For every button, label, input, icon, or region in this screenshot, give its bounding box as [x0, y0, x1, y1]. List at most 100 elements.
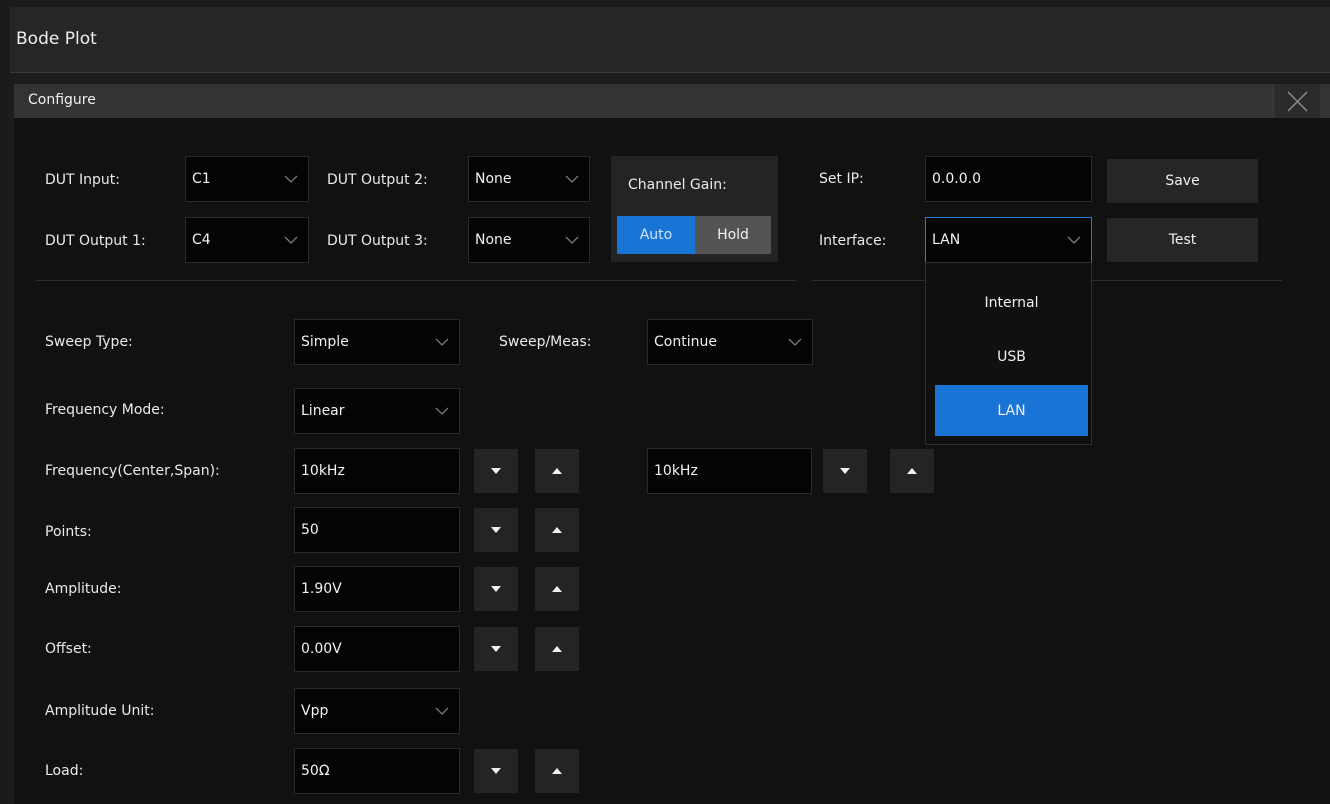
amplitude-unit-select[interactable]: Vpp	[294, 688, 460, 734]
option-label: Internal	[984, 294, 1039, 311]
frequency-mode-value: Linear	[301, 403, 345, 419]
amplitude-value: 1.90V	[301, 581, 342, 597]
chevron-down-icon	[788, 338, 802, 346]
save-label: Save	[1165, 173, 1200, 189]
test-button[interactable]: Test	[1107, 218, 1258, 262]
close-button[interactable]	[1273, 84, 1320, 118]
triangle-down-icon	[491, 768, 501, 774]
amplitude-label: Amplitude:	[45, 581, 122, 597]
test-label: Test	[1168, 232, 1197, 248]
triangle-up-icon	[552, 527, 562, 533]
dut-output3-label: DUT Output 3:	[327, 233, 428, 249]
gain-hold-label: Hold	[717, 227, 749, 243]
triangle-up-icon	[552, 768, 562, 774]
offset-label: Offset:	[45, 641, 92, 657]
triangle-up-icon	[907, 468, 917, 474]
frequency-label: Frequency(Center,Span):	[45, 463, 220, 479]
interface-option-usb[interactable]: USB	[935, 331, 1088, 382]
dut-input-value: C1	[192, 171, 211, 187]
triangle-down-icon	[491, 468, 501, 474]
dialog-title: Configure	[28, 92, 96, 108]
sweep-meas-select[interactable]: Continue	[647, 319, 813, 365]
offset-value: 0.00V	[301, 641, 342, 657]
close-icon	[1287, 91, 1308, 112]
frequency-center-value: 10kHz	[301, 463, 345, 479]
chevron-down-icon	[565, 236, 579, 244]
amplitude-input[interactable]: 1.90V	[294, 566, 460, 612]
dialog-header	[14, 84, 1330, 118]
frequency-center-increase-button[interactable]	[535, 449, 579, 493]
dut-output2-value: None	[475, 171, 512, 187]
dut-output3-value: None	[475, 232, 512, 248]
interface-value: LAN	[932, 232, 961, 248]
sweep-meas-value: Continue	[654, 334, 717, 350]
dut-output1-label: DUT Output 1:	[45, 233, 146, 249]
points-label: Points:	[45, 524, 92, 540]
triangle-up-icon	[552, 586, 562, 592]
amplitude-increase-button[interactable]	[535, 567, 579, 611]
sweep-type-select[interactable]: Simple	[294, 319, 460, 365]
sweep-type-label: Sweep Type:	[45, 334, 133, 350]
interface-select[interactable]: LAN	[925, 217, 1092, 263]
frequency-mode-label: Frequency Mode:	[45, 402, 165, 418]
dut-input-label: DUT Input:	[45, 172, 120, 188]
amplitude-unit-label: Amplitude Unit:	[45, 703, 155, 719]
gain-hold-button[interactable]: Hold	[695, 216, 771, 254]
interface-label: Interface:	[819, 233, 887, 249]
offset-increase-button[interactable]	[535, 627, 579, 671]
frequency-span-value: 10kHz	[654, 463, 698, 479]
frequency-center-decrease-button[interactable]	[474, 449, 518, 493]
frequency-center-input[interactable]: 10kHz	[294, 448, 460, 494]
triangle-down-icon	[491, 586, 501, 592]
dut-output2-label: DUT Output 2:	[327, 172, 428, 188]
dut-output1-value: C4	[192, 232, 211, 248]
dut-input-select[interactable]: C1	[185, 156, 309, 202]
ip-value: 0.0.0.0	[932, 171, 981, 187]
offset-input[interactable]: 0.00V	[294, 626, 460, 672]
set-ip-label: Set IP:	[819, 171, 864, 187]
ip-input[interactable]: 0.0.0.0	[925, 156, 1092, 202]
sweep-meas-label: Sweep/Meas:	[499, 334, 592, 350]
sweep-type-value: Simple	[301, 334, 349, 350]
chevron-down-icon	[284, 175, 298, 183]
points-increase-button[interactable]	[535, 508, 579, 552]
load-increase-button[interactable]	[535, 749, 579, 793]
gain-auto-label: Auto	[639, 227, 673, 243]
save-button[interactable]: Save	[1107, 159, 1258, 203]
offset-decrease-button[interactable]	[474, 627, 518, 671]
option-label: LAN	[997, 402, 1026, 419]
triangle-down-icon	[491, 527, 501, 533]
amplitude-unit-value: Vpp	[301, 703, 329, 719]
dut-output3-select[interactable]: None	[468, 217, 590, 263]
triangle-up-icon	[552, 468, 562, 474]
triangle-down-icon	[491, 646, 501, 652]
frequency-span-input[interactable]: 10kHz	[647, 448, 812, 494]
points-value: 50	[301, 522, 319, 538]
interface-dropdown-menu: Internal USB LAN	[925, 262, 1092, 445]
chevron-down-icon	[284, 236, 298, 244]
frequency-mode-select[interactable]: Linear	[294, 388, 460, 434]
triangle-down-icon	[840, 468, 850, 474]
frequency-span-increase-button[interactable]	[890, 449, 934, 493]
chevron-down-icon	[435, 407, 449, 415]
interface-option-internal[interactable]: Internal	[935, 277, 1088, 328]
points-input[interactable]: 50	[294, 507, 460, 553]
chevron-down-icon	[565, 175, 579, 183]
chevron-down-icon	[435, 707, 449, 715]
amplitude-decrease-button[interactable]	[474, 567, 518, 611]
option-label: USB	[997, 348, 1026, 365]
points-decrease-button[interactable]	[474, 508, 518, 552]
interface-option-lan[interactable]: LAN	[935, 385, 1088, 436]
dut-output2-select[interactable]: None	[468, 156, 590, 202]
load-label: Load:	[45, 763, 84, 779]
chevron-down-icon	[1067, 236, 1081, 244]
triangle-up-icon	[552, 646, 562, 652]
load-input[interactable]: 50Ω	[294, 748, 460, 794]
frequency-span-decrease-button[interactable]	[823, 449, 867, 493]
divider	[36, 280, 796, 281]
load-decrease-button[interactable]	[474, 749, 518, 793]
channel-gain-label: Channel Gain:	[628, 177, 727, 193]
dut-output1-select[interactable]: C4	[185, 217, 309, 263]
gain-auto-button[interactable]: Auto	[617, 216, 695, 254]
chevron-down-icon	[435, 338, 449, 346]
